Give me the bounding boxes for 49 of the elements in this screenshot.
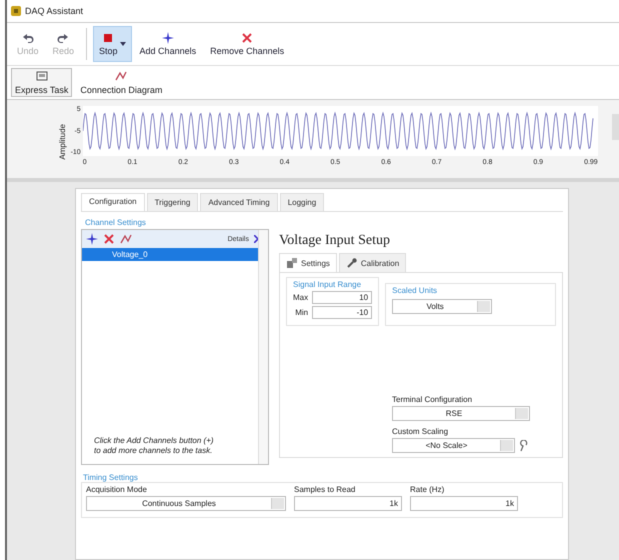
app-icon <box>11 6 21 16</box>
tab[interactable]: Configuration <box>81 193 145 211</box>
group-title: Channel Settings <box>85 218 147 227</box>
view-tab[interactable]: Express Task <box>11 68 72 97</box>
remove-button[interactable]: Remove Channels <box>204 26 290 62</box>
remove-icon <box>103 233 115 245</box>
diagram-icon <box>115 70 128 82</box>
field-label: Min <box>295 308 308 317</box>
field-label: Max <box>293 293 308 302</box>
add-button[interactable]: Add Channels <box>134 26 202 62</box>
group-title: Scaled Units <box>392 286 438 295</box>
field-label: Terminal Configuration <box>392 395 474 404</box>
window-title: DAQ Assistant <box>25 6 84 16</box>
number-field[interactable]: -10 <box>312 306 372 319</box>
group-title: Timing Settings <box>83 473 139 482</box>
add-icon <box>86 233 98 245</box>
calibration-icon <box>346 257 358 269</box>
field-label: Samples to Read <box>294 485 356 494</box>
scaling-dropdown[interactable]: <No Scale> <box>392 438 515 453</box>
settings-icon <box>286 257 298 269</box>
units-dropdown[interactable]: Volts <box>392 299 492 314</box>
terminal-dropdown[interactable]: RSE <box>392 406 530 421</box>
add-icon <box>162 32 174 44</box>
tab[interactable]: Triggering <box>146 193 198 211</box>
number-field[interactable]: 10 <box>312 291 372 304</box>
remove-icon <box>241 32 254 44</box>
scroll-bar[interactable] <box>258 230 268 464</box>
hint-text: Click the Add Channels button (+) to add more channels to the task. <box>94 436 214 456</box>
field-label: Rate (Hz) <box>410 485 446 494</box>
axis-label: Amplitude <box>58 124 67 160</box>
tab[interactable]: Logging <box>280 193 324 211</box>
field-label: Custom Scaling <box>392 427 450 436</box>
task-icon <box>36 70 48 82</box>
number-field[interactable]: 1k <box>294 496 402 511</box>
stop-button[interactable]: Stop <box>93 26 132 62</box>
tab[interactable]: Advanced Timing <box>200 193 278 211</box>
caret-icon <box>120 42 126 46</box>
undo-icon <box>22 32 34 44</box>
number-field[interactable]: 1k <box>410 496 518 511</box>
stop-icon <box>102 32 114 44</box>
redo-icon <box>57 32 70 44</box>
tab[interactable]: Settings <box>279 253 337 272</box>
tab[interactable]: Calibration <box>338 253 406 272</box>
group-title: Signal Input Range <box>293 280 362 289</box>
channel-item[interactable]: Voltage_0 <box>82 248 258 261</box>
field-label: Acquisition Mode <box>86 485 148 494</box>
view-tab[interactable]: Connection Diagram <box>76 68 166 97</box>
mode-dropdown[interactable]: Continuous Samples <box>86 496 286 511</box>
section-title: Voltage Input Setup <box>279 233 391 249</box>
